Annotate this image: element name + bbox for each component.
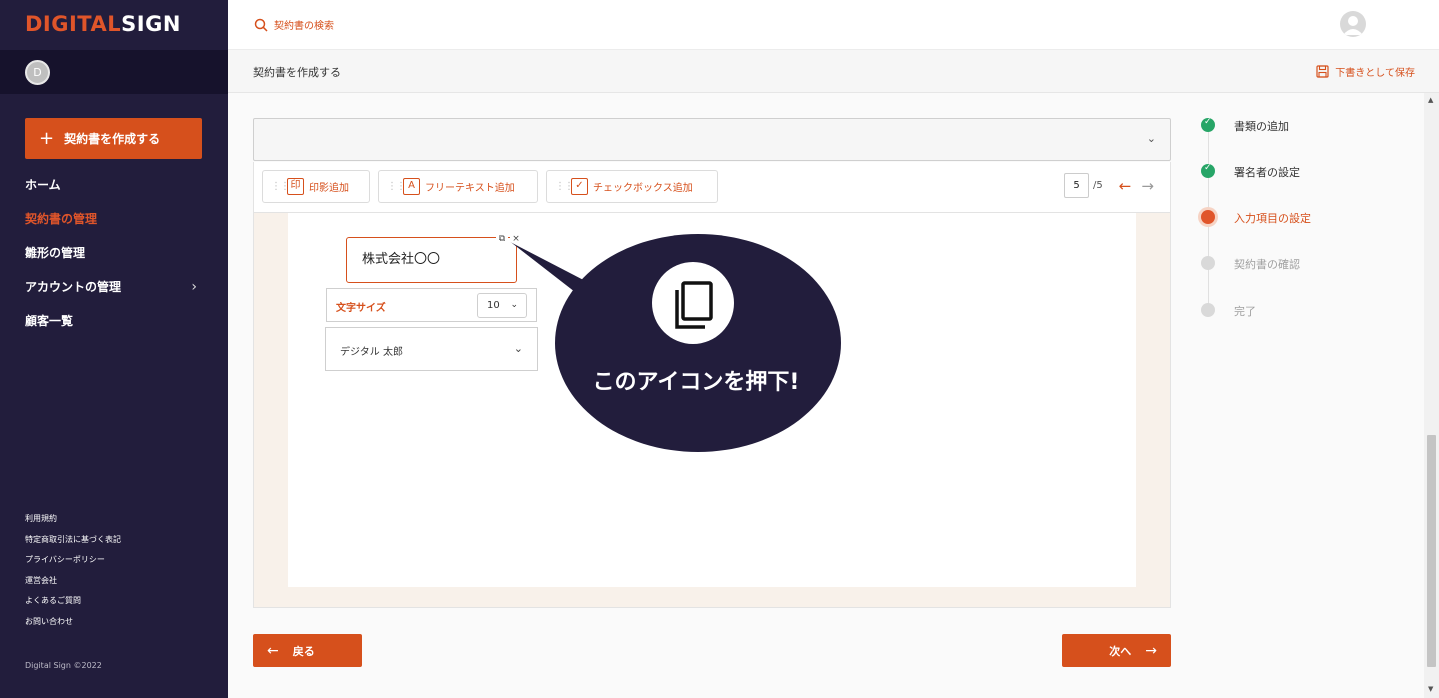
step-signer-setup: 署名者の設定: [1196, 158, 1416, 184]
search-input[interactable]: 契約書の検索: [254, 17, 334, 32]
step-add-document: 書類の追加: [1196, 112, 1416, 138]
add-checkbox-label: チェックボックス追加: [593, 183, 693, 194]
editor-toolbar: ⋮⋮ 印 印影追加 ⋮⋮ A フリーテキスト追加 ⋮⋮ ✓ チェックボックス追加…: [253, 162, 1171, 213]
save-icon: [1316, 65, 1329, 78]
add-free-text-button[interactable]: ⋮⋮ A フリーテキスト追加: [378, 170, 538, 203]
seal-icon: 印: [287, 178, 304, 195]
avatar[interactable]: D: [25, 60, 50, 85]
scroll-up-icon[interactable]: ▲: [1428, 96, 1433, 104]
step-input-fields: 入力項目の設定: [1196, 204, 1416, 230]
sidebar-item-label: 顧客一覧: [25, 314, 74, 328]
pager: 5 /5 ← →: [1064, 173, 1164, 198]
copy-icon: [652, 262, 734, 344]
sidebar-item-label: ホーム: [25, 178, 61, 192]
plus-icon: +: [39, 127, 55, 149]
sidebar-item-customers[interactable]: 顧客一覧: [25, 311, 205, 345]
logo-text-1: DIGIT: [25, 12, 91, 36]
step-pending-icon: [1201, 256, 1215, 270]
step-label: 契約書の確認: [1234, 258, 1300, 271]
sidebar-item-label: 雛形の管理: [25, 246, 86, 260]
next-page-arrow-icon[interactable]: →: [1141, 177, 1154, 195]
step-label: 書類の追加: [1234, 120, 1289, 133]
step-confirm: 契約書の確認: [1196, 250, 1416, 276]
create-contract-label: 契約書を作成する: [64, 132, 161, 146]
arrow-right-icon: →: [1145, 642, 1157, 659]
user-strip: D: [0, 50, 228, 94]
font-size-label: 文字サイズ: [336, 303, 386, 314]
document-select[interactable]: ⌄: [253, 118, 1171, 161]
page-title: 契約書を作成する: [253, 66, 341, 79]
step-done-icon: [1201, 163, 1215, 178]
sidebar: DIGITALSIGN D + 契約書を作成する ホーム 契約書の管理 雛形の管…: [0, 0, 228, 698]
sidebar-item-label: 契約書の管理: [25, 212, 98, 226]
add-checkbox-button[interactable]: ⋮⋮ ✓ チェックボックス追加: [546, 170, 718, 203]
sidebar-item-account[interactable]: アカウントの管理 ›: [25, 277, 205, 311]
step-complete: 完了: [1196, 297, 1416, 323]
sidebar-item-home[interactable]: ホーム: [25, 175, 205, 209]
drag-handle-icon[interactable]: ⋮⋮: [555, 182, 574, 192]
checkbox-icon: ✓: [571, 178, 588, 195]
chevron-right-icon: ›: [191, 279, 197, 295]
scroll-thumb[interactable]: [1427, 435, 1436, 667]
sidebar-nav: ホーム 契約書の管理 雛形の管理 アカウントの管理 › 顧客一覧: [25, 175, 205, 345]
back-label: 戻る: [292, 644, 315, 658]
back-button[interactable]: ← 戻る: [253, 634, 362, 667]
scrollbar[interactable]: ▲ ▼: [1424, 93, 1439, 698]
logo-text-3: SIGN: [121, 12, 181, 36]
step-label: 完了: [1234, 305, 1256, 318]
page-total: /5: [1093, 180, 1103, 191]
footer-link-faq[interactable]: よくあるご質問: [25, 594, 121, 615]
profile-avatar[interactable]: [1340, 11, 1366, 37]
footer-link-commerce-law[interactable]: 特定商取引法に基づく表記: [25, 533, 121, 554]
callout-text: このアイコンを押下!: [593, 369, 800, 395]
footer-link-contact[interactable]: お問い合わせ: [25, 615, 121, 636]
prev-page-arrow-icon[interactable]: ←: [1119, 177, 1132, 195]
add-seal-button[interactable]: ⋮⋮ 印 印影追加: [262, 170, 370, 203]
topbar: 契約書の検索: [228, 0, 1439, 50]
subheader: 契約書を作成する 下書きとして保存: [228, 50, 1439, 93]
signer-value: デジタル 太郎: [340, 347, 403, 358]
text-icon: A: [403, 178, 420, 195]
next-label: 次へ: [1109, 644, 1132, 658]
search-placeholder: 契約書の検索: [274, 21, 334, 32]
add-free-text-label: フリーテキスト追加: [425, 183, 515, 194]
free-text-field[interactable]: 株式会社〇〇: [346, 237, 517, 283]
copyright: Digital Sign ©2022: [25, 661, 102, 670]
sidebar-item-templates[interactable]: 雛形の管理: [25, 243, 205, 277]
footer-link-terms[interactable]: 利用規約: [25, 512, 121, 533]
chevron-down-icon: ⌄: [1146, 132, 1156, 145]
arrow-left-icon: ←: [267, 642, 279, 659]
footer-links: 利用規約 特定商取引法に基づく表記 プライバシーポリシー 運営会社 よくあるご質…: [25, 512, 121, 635]
create-contract-button[interactable]: + 契約書を作成する: [25, 118, 202, 159]
step-pending-icon: [1201, 303, 1215, 317]
logo-text-2: AL: [90, 12, 122, 36]
footer-link-company[interactable]: 運営会社: [25, 574, 121, 595]
sidebar-item-contracts[interactable]: 契約書の管理: [25, 209, 205, 243]
step-done-icon: [1201, 117, 1215, 132]
drag-handle-icon[interactable]: ⋮⋮: [387, 182, 406, 192]
next-button[interactable]: 次へ →: [1062, 634, 1171, 667]
add-seal-label: 印影追加: [309, 183, 349, 194]
save-draft-label: 下書きとして保存: [1335, 68, 1415, 79]
step-label: 署名者の設定: [1234, 166, 1300, 179]
logo[interactable]: DIGITALSIGN: [25, 12, 181, 36]
font-size-value: 10: [487, 300, 500, 311]
step-current-icon: [1201, 210, 1215, 224]
footer-link-privacy[interactable]: プライバシーポリシー: [25, 553, 121, 574]
callout-bubble: このアイコンを押下!: [507, 234, 841, 452]
user-icon: [1343, 16, 1363, 35]
scroll-down-icon[interactable]: ▼: [1428, 685, 1433, 693]
save-draft-button[interactable]: 下書きとして保存: [1316, 64, 1415, 79]
page-number-input[interactable]: 5: [1064, 173, 1089, 198]
search-icon: [254, 18, 268, 32]
sidebar-item-label: アカウントの管理: [25, 280, 122, 294]
step-label: 入力項目の設定: [1234, 212, 1311, 225]
drag-handle-icon[interactable]: ⋮⋮: [271, 182, 290, 192]
